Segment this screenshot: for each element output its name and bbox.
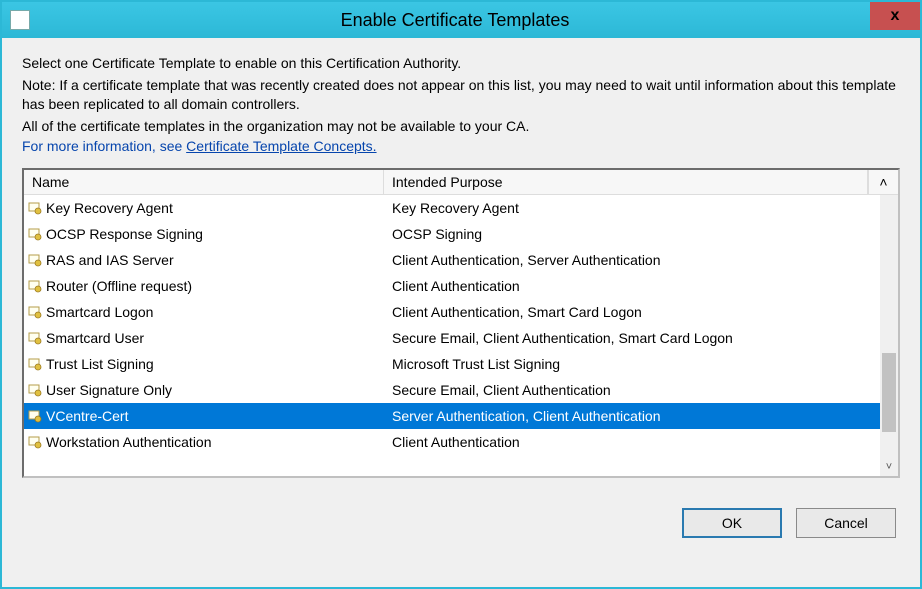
window-title: Enable Certificate Templates bbox=[30, 10, 880, 31]
row-name: Smartcard User bbox=[44, 330, 384, 346]
certificate-template-icon bbox=[28, 227, 42, 241]
certificate-template-icon bbox=[28, 305, 42, 319]
list-header: Name Intended Purpose ˄ bbox=[24, 170, 898, 195]
list-row[interactable]: Trust List SigningMicrosoft Trust List S… bbox=[24, 351, 880, 377]
certificate-template-icon bbox=[28, 409, 42, 423]
row-name: Key Recovery Agent bbox=[44, 200, 384, 216]
row-purpose: Client Authentication bbox=[384, 434, 880, 450]
close-button[interactable]: x bbox=[870, 2, 920, 30]
row-name: OCSP Response Signing bbox=[44, 226, 384, 242]
titlebar: Enable Certificate Templates x bbox=[2, 2, 920, 38]
instruction-line-3: All of the certificate templates in the … bbox=[22, 117, 900, 137]
row-purpose: Key Recovery Agent bbox=[384, 200, 880, 216]
row-purpose: Client Authentication bbox=[384, 278, 880, 294]
row-name: RAS and IAS Server bbox=[44, 252, 384, 268]
dialog-body: Select one Certificate Template to enabl… bbox=[2, 38, 920, 587]
scrollbar-thumb[interactable] bbox=[882, 353, 896, 432]
instruction-line-1: Select one Certificate Template to enabl… bbox=[22, 54, 900, 74]
row-purpose: Secure Email, Client Authentication, Sma… bbox=[384, 330, 880, 346]
vertical-scrollbar[interactable]: ˅ bbox=[880, 195, 898, 476]
certificate-template-icon bbox=[28, 383, 42, 397]
cancel-button[interactable]: Cancel bbox=[796, 508, 896, 538]
button-bar: OK Cancel bbox=[22, 508, 900, 538]
row-purpose: Client Authentication, Server Authentica… bbox=[384, 252, 880, 268]
certificate-template-icon bbox=[28, 435, 42, 449]
more-info-line: For more information, see Certificate Te… bbox=[22, 138, 900, 154]
scroll-up-button[interactable]: ˄ bbox=[868, 170, 898, 194]
ok-button[interactable]: OK bbox=[682, 508, 782, 538]
row-name: Trust List Signing bbox=[44, 356, 384, 372]
column-purpose[interactable]: Intended Purpose bbox=[384, 170, 868, 194]
dialog-window: Enable Certificate Templates x Select on… bbox=[0, 0, 922, 589]
certificate-template-icon bbox=[28, 253, 42, 267]
row-name: Smartcard Logon bbox=[44, 304, 384, 320]
list-row[interactable]: Key Recovery AgentKey Recovery Agent bbox=[24, 195, 880, 221]
certificate-template-icon bbox=[28, 201, 42, 215]
concepts-link[interactable]: Certificate Template Concepts. bbox=[186, 138, 376, 154]
list-row[interactable]: Smartcard UserSecure Email, Client Authe… bbox=[24, 325, 880, 351]
scroll-down-button[interactable]: ˅ bbox=[880, 458, 898, 476]
list-row[interactable]: RAS and IAS ServerClient Authentication,… bbox=[24, 247, 880, 273]
certificate-template-icon bbox=[28, 331, 42, 345]
instruction-line-2: Note: If a certificate template that was… bbox=[22, 76, 900, 115]
scrollbar-track[interactable] bbox=[880, 195, 898, 458]
list-row[interactable]: Smartcard LogonClient Authentication, Sm… bbox=[24, 299, 880, 325]
row-purpose: OCSP Signing bbox=[384, 226, 880, 242]
list-body[interactable]: Key Recovery AgentKey Recovery Agent OCS… bbox=[24, 195, 880, 476]
certificate-template-icon bbox=[28, 279, 42, 293]
row-purpose: Secure Email, Client Authentication bbox=[384, 382, 880, 398]
template-list: Name Intended Purpose ˄ Key Recovery Age… bbox=[22, 168, 900, 478]
row-name: VCentre-Cert bbox=[44, 408, 384, 424]
row-purpose: Client Authentication, Smart Card Logon bbox=[384, 304, 880, 320]
row-purpose: Server Authentication, Client Authentica… bbox=[384, 408, 880, 424]
list-row[interactable]: User Signature OnlySecure Email, Client … bbox=[24, 377, 880, 403]
row-name: User Signature Only bbox=[44, 382, 384, 398]
list-row[interactable]: OCSP Response SigningOCSP Signing bbox=[24, 221, 880, 247]
row-name: Router (Offline request) bbox=[44, 278, 384, 294]
list-row[interactable]: VCentre-CertServer Authentication, Clien… bbox=[24, 403, 880, 429]
row-purpose: Microsoft Trust List Signing bbox=[384, 356, 880, 372]
column-name[interactable]: Name bbox=[24, 170, 384, 194]
list-row[interactable]: Router (Offline request)Client Authentic… bbox=[24, 273, 880, 299]
certificate-template-icon bbox=[28, 357, 42, 371]
list-row[interactable]: Workstation AuthenticationClient Authent… bbox=[24, 429, 880, 455]
row-name: Workstation Authentication bbox=[44, 434, 384, 450]
system-icon bbox=[10, 10, 30, 30]
more-info-prefix: For more information, see bbox=[22, 138, 186, 154]
